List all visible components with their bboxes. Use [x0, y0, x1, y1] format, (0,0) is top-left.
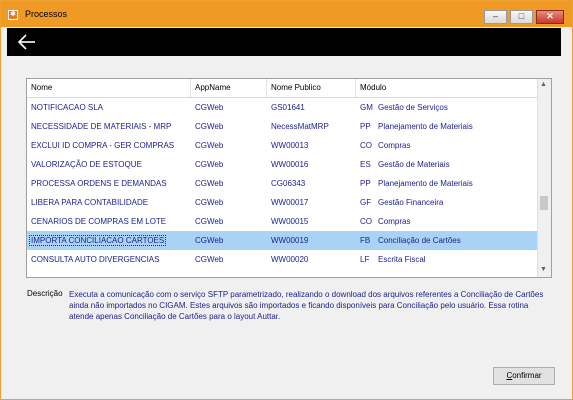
- table-header: Nome AppName Nome Publico Módulo: [27, 79, 538, 98]
- cell-appname: CGWeb: [195, 141, 224, 150]
- table-row[interactable]: CONSULTA AUTO DIVERGENCIAS CGWeb WW00020 LF…: [27, 250, 538, 269]
- cell-nome: IMPORTA CONCILIACAO CARTOES: [29, 231, 167, 250]
- cell-appname: CGWeb: [195, 198, 224, 207]
- table-row[interactable]: LIBERA PARA CONTABILIDADE CGWeb WW00017 GF G…: [27, 193, 538, 212]
- cell-modulo-code: LF: [360, 255, 370, 264]
- cell-nome: NECESSIDADE DE MATERIAIS - MRP: [31, 122, 172, 131]
- selected-cell-text: IMPORTA CONCILIACAO CARTOES: [29, 235, 167, 246]
- cell-nome-publico: WW00019: [271, 236, 309, 245]
- cell-appname: CGWeb: [195, 122, 224, 131]
- minimize-button[interactable]: –: [484, 10, 507, 24]
- cell-modulo-name: Planejamento de Materiais: [378, 122, 473, 131]
- cell-modulo-code: GM: [360, 103, 373, 112]
- cell-nome-publico: GS01641: [271, 103, 305, 112]
- cell-modulo-name: Escrita Fiscal: [378, 255, 426, 264]
- column-header-appname[interactable]: AppName: [191, 79, 267, 97]
- title-bar[interactable]: ✱ Processos – □ ✕: [1, 1, 572, 27]
- cell-modulo-code: PP: [360, 122, 371, 131]
- cell-modulo-name: Compras: [378, 217, 411, 226]
- table-row[interactable]: CENARIOS DE COMPRAS EM LOTE CGWeb WW00015 C…: [27, 212, 538, 231]
- scroll-thumb[interactable]: [540, 196, 548, 210]
- scroll-up-icon[interactable]: ▲: [540, 81, 547, 88]
- confirm-button[interactable]: Confirmar: [493, 367, 555, 385]
- cell-appname: CGWeb: [195, 255, 224, 264]
- column-header-nome[interactable]: Nome: [27, 79, 191, 97]
- cell-modulo-name: Gestão de Serviços: [378, 103, 448, 112]
- main-content: Nome AppName Nome Publico Módulo NOTIFIC…: [7, 56, 561, 394]
- cell-modulo-name: Planejamento de Materiais: [378, 179, 473, 188]
- cell-modulo-name: Conciliação de Cartões: [378, 236, 461, 245]
- app-logo-icon: ✱: [8, 10, 18, 20]
- table-row[interactable]: NECESSIDADE DE MATERIAIS - MRP CGWeb Neces…: [27, 117, 538, 136]
- cell-appname: CGWeb: [195, 179, 224, 188]
- cell-nome: CONSULTA AUTO DIVERGENCIAS: [31, 255, 160, 264]
- table-row[interactable]: PROCESSA ORDENS E DEMANDAS CGWeb CG06343 PP…: [27, 174, 538, 193]
- cell-modulo-code: PP: [360, 179, 371, 188]
- table-row[interactable]: NOTIFICACAO SLA CGWeb GS01641 GM Gestão de S…: [27, 98, 538, 117]
- cell-appname: CGWeb: [195, 160, 224, 169]
- cell-modulo-code: FB: [360, 236, 371, 245]
- cell-modulo-name: Gestão de Materiais: [378, 160, 450, 169]
- description-text: Executa a comunicação com o serviço SFTP…: [69, 290, 544, 321]
- back-arrow-icon[interactable]: [17, 33, 37, 51]
- cell-nome: VALORIZAÇÃO DE ESTOQUE: [31, 160, 142, 169]
- cell-appname: CGWeb: [195, 217, 224, 226]
- scroll-down-icon[interactable]: ▼: [540, 266, 547, 273]
- top-toolbar: [7, 28, 561, 56]
- cell-nome: NOTIFICACAO SLA: [31, 103, 104, 112]
- cell-nome-publico: WW00017: [271, 198, 309, 207]
- cell-modulo-code: CO: [360, 217, 372, 226]
- column-header-nome-publico[interactable]: Nome Publico: [267, 79, 356, 97]
- cell-nome-publico: WW00016: [271, 160, 309, 169]
- cell-appname: CGWeb: [195, 103, 224, 112]
- description-label: Descrição: [27, 289, 63, 298]
- cell-nome: LIBERA PARA CONTABILIDADE: [31, 198, 149, 207]
- confirm-label: onfirmar: [512, 371, 542, 380]
- cell-nome-publico: WW00013: [271, 141, 309, 150]
- cell-nome: CENARIOS DE COMPRAS EM LOTE: [31, 217, 167, 226]
- table-row[interactable]: VALORIZAÇÃO DE ESTOQUE CGWeb WW00016 ES Gest…: [27, 155, 538, 174]
- vertical-scrollbar[interactable]: ▲ ▼: [537, 79, 551, 277]
- table-row[interactable]: EXCLUI ID COMPRA - GER COMPRAS CGWeb WW000…: [27, 136, 538, 155]
- cell-modulo-code: CO: [360, 141, 372, 150]
- cell-modulo-name: Compras: [378, 141, 411, 150]
- cell-nome-publico: NecessMatMRP: [271, 122, 329, 131]
- column-header-modulo[interactable]: Módulo: [356, 79, 538, 97]
- cell-modulo-code: ES: [360, 160, 371, 169]
- table-row[interactable]: IMPORTA CONCILIACAO CARTOES CGWeb WW00019 F…: [27, 231, 538, 250]
- cell-nome-publico: WW00015: [271, 217, 309, 226]
- cell-nome-publico: WW00020: [271, 255, 309, 264]
- close-button[interactable]: ✕: [536, 10, 564, 24]
- cell-nome: PROCESSA ORDENS E DEMANDAS: [31, 179, 167, 188]
- window-title: Processos: [25, 9, 68, 19]
- processes-table[interactable]: Nome AppName Nome Publico Módulo NOTIFIC…: [26, 78, 552, 278]
- maximize-button[interactable]: □: [510, 10, 533, 24]
- cell-modulo-code: GF: [360, 198, 372, 207]
- processos-window: ✱ Processos – □ ✕ Nome AppName Nome Publ…: [0, 0, 573, 400]
- cell-modulo-name: Gestão Financeira: [378, 198, 444, 207]
- cell-nome: EXCLUI ID COMPRA - GER COMPRAS: [31, 141, 175, 150]
- cell-appname: CGWeb: [195, 236, 224, 245]
- cell-nome-publico: CG06343: [271, 179, 306, 188]
